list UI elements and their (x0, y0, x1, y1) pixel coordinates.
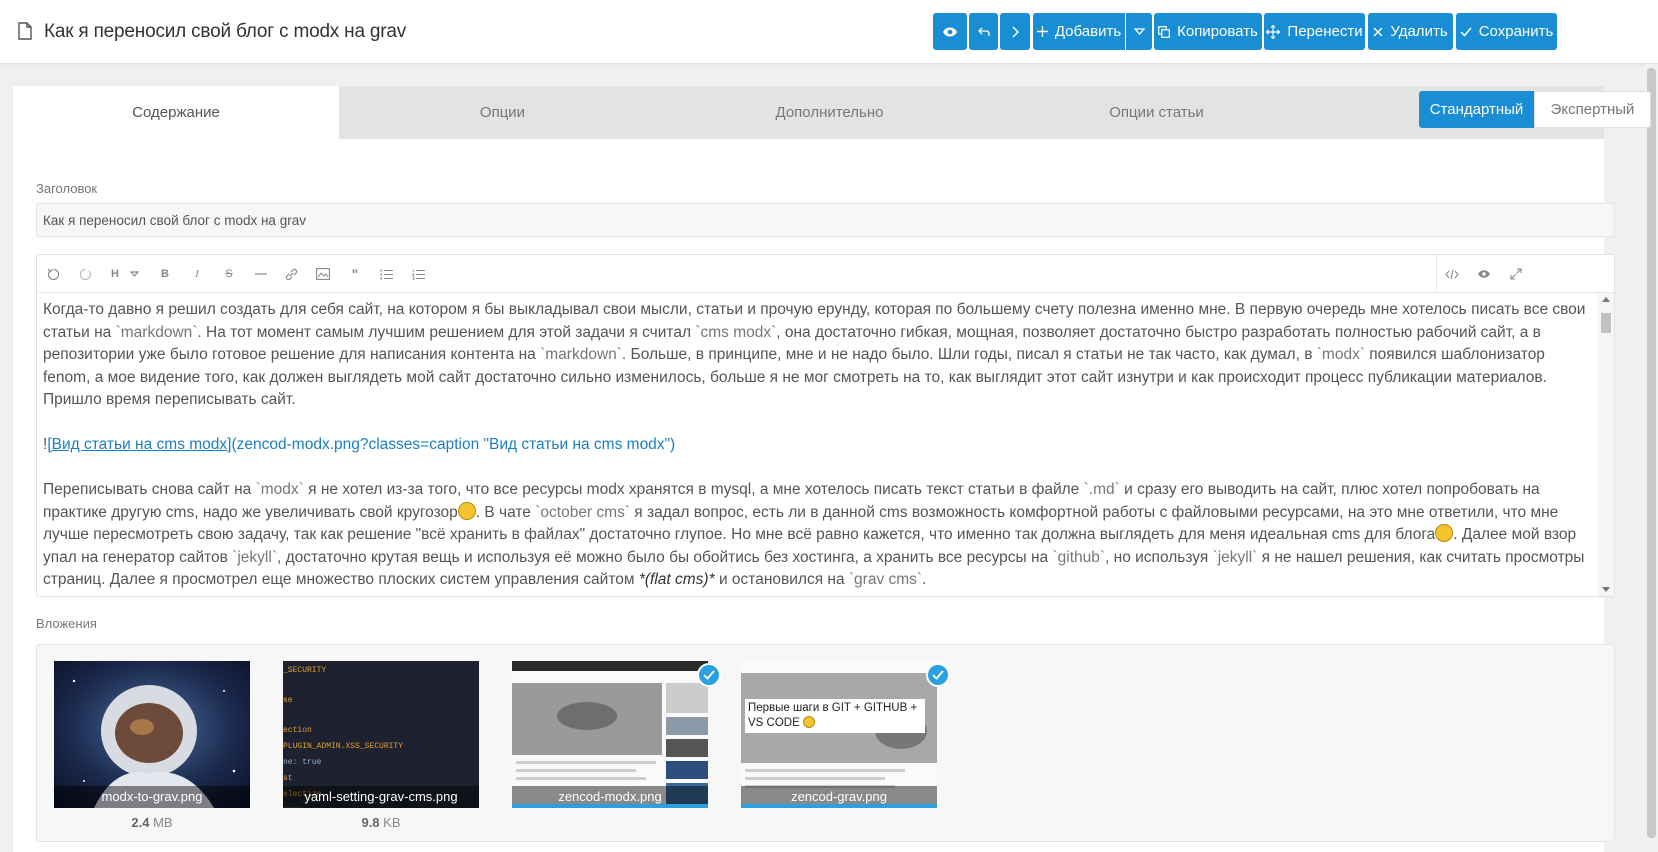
tab-article-options[interactable]: Опции статьи (993, 86, 1320, 139)
add-button[interactable]: Добавить (1033, 13, 1125, 50)
tabs-bar: Содержание Опции Дополнительно Опции ста… (13, 86, 1651, 139)
attachment-size: 2.4 MB (131, 815, 173, 830)
mode-standard-button[interactable]: Стандартный (1419, 91, 1534, 128)
attachment-thumbnail[interactable]: zencod-modx.png (512, 661, 708, 808)
preview-button[interactable] (933, 13, 967, 50)
image-icon[interactable] (315, 266, 331, 282)
chevron-right-icon (1011, 25, 1019, 38)
tab-content[interactable]: Содержание (13, 86, 339, 139)
grin-emoji-icon (1435, 524, 1454, 542)
preview-eye-icon[interactable] (1476, 266, 1492, 282)
redo-icon[interactable] (77, 266, 93, 282)
quote-icon[interactable]: " (347, 266, 363, 282)
italic-icon[interactable]: I (189, 266, 205, 282)
numbered-list-icon[interactable] (410, 266, 426, 282)
caret-down-icon (1133, 28, 1145, 35)
code-view-icon[interactable] (1444, 266, 1460, 282)
move-button[interactable]: Перенести (1264, 13, 1365, 50)
save-button[interactable]: Сохранить (1456, 13, 1557, 50)
tab-advanced[interactable]: Дополнительно (666, 86, 993, 139)
smile-emoji-icon (457, 501, 476, 520)
emoji-icon (802, 716, 815, 728)
paragraph-1: Когда-то давно я решил создать для себя … (43, 301, 1586, 408)
undo-icon[interactable] (45, 266, 61, 282)
add-button-label: Добавить (1054, 23, 1122, 40)
mode-expert-button[interactable]: Экспертный (1534, 91, 1651, 128)
top-bar: Как я переносил свой блог с modx на grav… (0, 0, 1658, 64)
back-button[interactable] (969, 13, 998, 50)
title-input[interactable]: Как я переносил свой блог с modx на grav (36, 203, 1615, 237)
heading-icon[interactable]: H (107, 266, 123, 282)
chevron-down-icon[interactable] (126, 266, 142, 282)
strikethrough-icon[interactable]: S (221, 266, 237, 282)
attachment-thumbnail[interactable]: modx-to-grav.png (54, 661, 250, 808)
bullet-list-icon[interactable] (378, 266, 394, 282)
delete-button-label: Удалить (1390, 23, 1448, 40)
attachments-label: Вложения (36, 616, 97, 631)
paragraph-2: Переписывать снова сайт на `modx` я не х… (43, 481, 1585, 588)
selected-checkmark-icon[interactable] (697, 663, 721, 687)
copy-button-label: Копировать (1177, 23, 1258, 40)
save-button-label: Сохранить (1478, 23, 1554, 40)
editor-scrollbar[interactable] (1598, 293, 1614, 596)
image-markdown-line: ![Вид статьи на cms modx](zencod-modx.pn… (43, 436, 676, 453)
bold-icon[interactable]: B (157, 266, 173, 282)
close-icon (1373, 27, 1383, 37)
horizontal-rule-icon[interactable] (253, 266, 269, 282)
editor-content[interactable]: Когда-то давно я решил создать для себя … (43, 299, 1593, 591)
tab-options[interactable]: Опции (339, 86, 666, 139)
fullscreen-icon[interactable] (1508, 266, 1524, 282)
page-title: Как я переносил свой блог с modx на grav (44, 21, 407, 42)
attachment-thumbnail[interactable]: Первые шаги в GIT + GITHUB + VS CODE zen… (741, 661, 937, 808)
attachment-filename: yaml-setting-grav-cms.png (283, 786, 479, 808)
checkmark-icon (1460, 27, 1472, 37)
page-icon (18, 22, 32, 40)
plus-icon (1036, 26, 1048, 37)
forward-button[interactable] (1000, 13, 1030, 50)
overlay-banner-text: Первые шаги в GIT + GITHUB + VS CODE (745, 699, 925, 733)
attachment-filename: modx-to-grav.png (54, 786, 250, 808)
editor-toolbar: H B I S " (37, 255, 1614, 293)
title-label: Заголовок (36, 181, 98, 196)
move-arrows-icon (1266, 24, 1281, 39)
eye-icon (942, 26, 958, 38)
delete-button[interactable]: Удалить (1368, 13, 1453, 50)
link-icon[interactable] (283, 266, 299, 282)
copy-icon (1158, 25, 1171, 38)
add-dropdown-button[interactable] (1126, 13, 1152, 50)
page-scrollbar[interactable] (1645, 64, 1658, 852)
attachment-size: 9.8 KB (361, 815, 401, 830)
attachment-thumbnail[interactable]: _SECURITY se ection PLUGIN_ADMIN.XSS_SEC… (283, 661, 479, 808)
attachments-area: modx-to-grav.png 2.4 MB _SECURITY se ect… (36, 644, 1615, 842)
markdown-editor: H B I S " Когда-то давно я решил создать… (36, 254, 1615, 597)
undo-arrow-icon (977, 26, 990, 38)
copy-button[interactable]: Копировать (1154, 13, 1262, 50)
move-button-label: Перенести (1287, 23, 1363, 40)
selected-checkmark-icon[interactable] (926, 663, 950, 687)
